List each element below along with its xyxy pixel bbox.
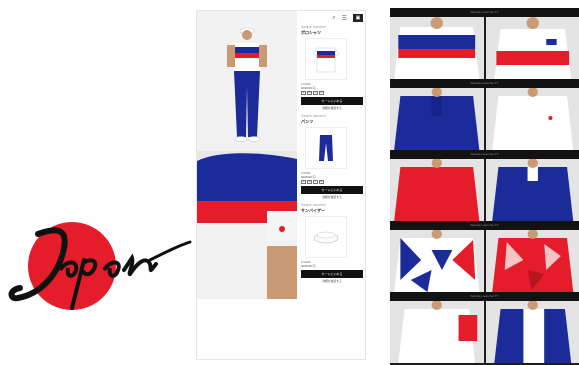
details-link[interactable]: 詳細を確認する [301,105,363,111]
gallery-row: Sample Launcher TT [390,292,579,363]
polo-blue-tile[interactable] [390,88,484,150]
add-to-cart-button[interactable]: カートにいれる [301,186,363,194]
product-item-polo: Sample Launcher ポロシャツ ¥ 0,000 0000000 円 … [301,25,363,111]
shirt-closeup-image [197,151,297,299]
polo-blue-white-women-tile[interactable] [485,301,579,363]
polo-red-tile[interactable] [390,159,484,221]
product-name[interactable]: パンツ [301,119,363,125]
polo-red-white-women-tile[interactable] [485,17,579,79]
cart-icon[interactable]: ▣ [353,14,363,22]
product-code: 0000000 円 [301,86,316,90]
gallery-row: Sample Launcher TT [390,221,579,292]
product-thumbnail[interactable] [305,38,347,80]
product-item-visor: Sample Launcher サンバイザー ¥ 0,000 0000000 円… [301,203,363,284]
size-chip[interactable]: S [301,180,306,184]
gallery-row-label: Sample Launcher TT [390,8,579,17]
page-header: ⌕ ☰ ▣ [297,11,365,25]
size-chip[interactable]: XL [319,91,324,95]
product-page: ⌕ ☰ ▣ Sample Launcher ポロシャツ ¥ 0,000 0000… [196,10,366,360]
details-link[interactable]: 詳細を確認する [301,278,363,284]
product-item-pants: Sample Launcher パンツ ¥ 0,000 0000000 円 S … [301,114,363,200]
add-to-cart-button[interactable]: カートにいれる [301,270,363,278]
polo-geometric-red-tile[interactable] [485,230,579,292]
polo-white-women-tile[interactable] [485,88,579,150]
product-name[interactable]: サンバイザー [301,208,363,214]
product-thumbnail[interactable] [305,216,347,258]
hero-images [197,11,297,359]
size-chip[interactable]: M [307,91,312,95]
gallery-row-label: Sample Launcher TT [390,150,579,159]
collage: ⌕ ☰ ▣ Sample Launcher ポロシャツ ¥ 0,000 0000… [0,0,579,365]
model-full-body-image [197,11,297,151]
gallery-row-label: Sample Launcher TT [390,221,579,230]
product-name[interactable]: ポロシャツ [301,30,363,36]
polo-geometric-blue-tile[interactable] [390,230,484,292]
gallery-row-label: Sample Launcher TT [390,79,579,88]
japan-logo [0,212,196,310]
size-chip[interactable]: L [313,91,318,95]
gallery-row: Sample Launcher TT [390,150,579,221]
product-thumbnail[interactable] [305,127,347,169]
gallery-row: Sample Launcher TT [390,79,579,150]
product-code: 0000000 円 [301,175,316,179]
gallery: Sample Launcher TT Sample Launcher TT Sa… [390,8,579,365]
gallery-row-label: Sample Launcher TT [390,292,579,301]
size-options: S M L XL [301,91,363,95]
product-list: Sample Launcher ポロシャツ ¥ 0,000 0000000 円 … [301,25,363,287]
japan-logo-art [8,222,192,310]
size-chip[interactable]: M [307,180,312,184]
details-link[interactable]: 詳細を確認する [301,194,363,200]
menu-icon[interactable]: ☰ [342,15,347,22]
product-code: 0000000 円 [301,264,316,268]
size-chip[interactable]: XL [319,180,324,184]
add-to-cart-button[interactable]: カートにいれる [301,97,363,105]
size-chip[interactable]: L [313,180,318,184]
gallery-row: Sample Launcher TT [390,8,579,79]
size-options: S M L XL [301,180,363,184]
search-icon[interactable]: ⌕ [332,15,335,22]
polo-white-blue-red-tile[interactable] [390,17,484,79]
size-chip[interactable]: S [301,91,306,95]
polo-blue-women-tile[interactable] [485,159,579,221]
polo-white-red-sleeve-tile[interactable] [390,301,484,363]
